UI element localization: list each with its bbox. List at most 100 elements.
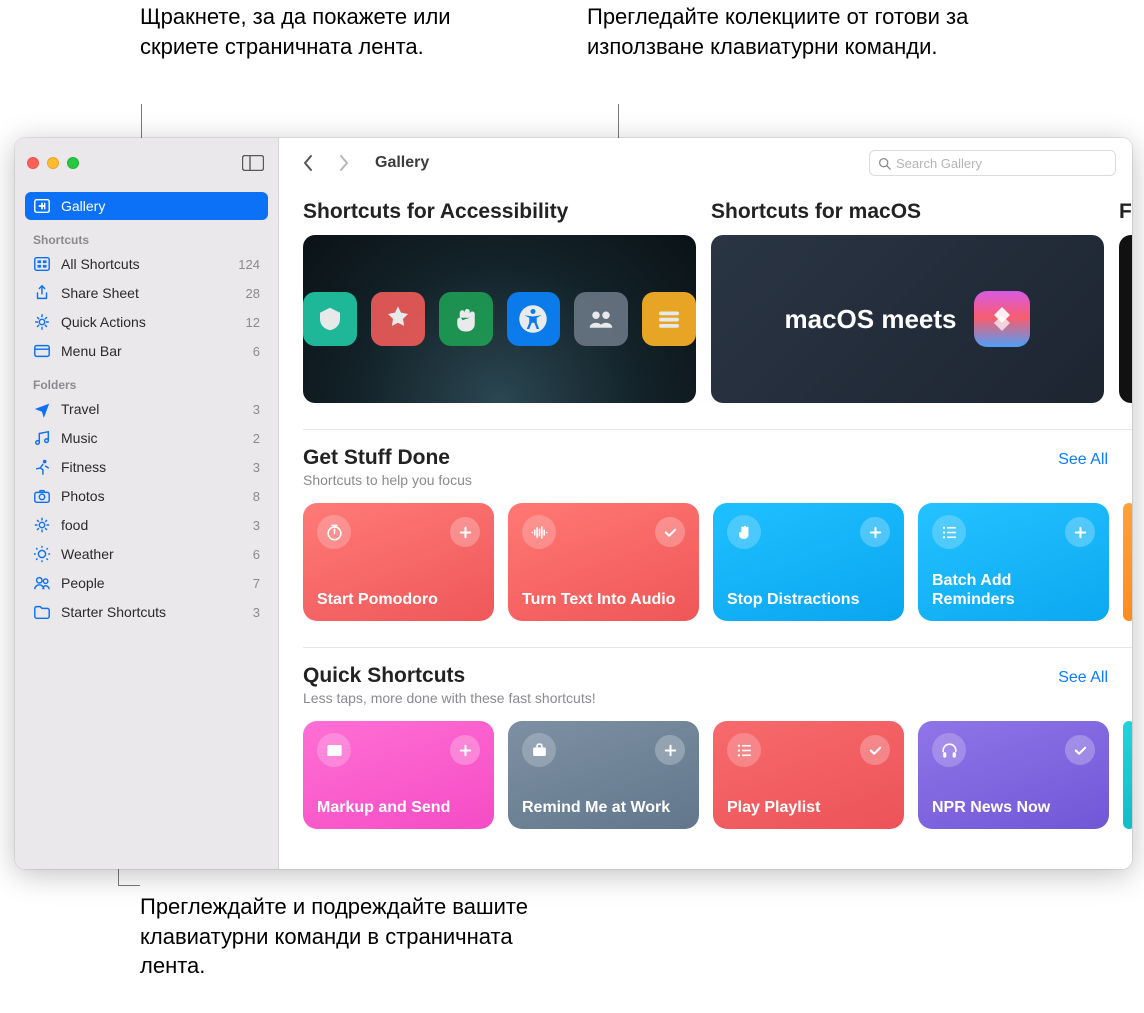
shortcut-card-label: Turn Text Into Audio	[522, 590, 685, 609]
sidebar-item-count: 6	[253, 344, 260, 359]
sidebar-item-people[interactable]: People 7	[25, 569, 268, 597]
acc-tile-icon	[439, 292, 493, 346]
add-button[interactable]	[860, 517, 890, 547]
list-icon	[727, 733, 761, 767]
section-subtitle: Shortcuts to help you focus	[303, 472, 472, 488]
added-check-icon	[1065, 735, 1095, 765]
burst-icon	[33, 516, 51, 534]
hero-next[interactable]: F	[1119, 200, 1132, 403]
hero-next-card[interactable]	[1119, 235, 1132, 403]
wave-icon	[522, 515, 556, 549]
image-icon	[317, 733, 351, 767]
sidebar-item-photos[interactable]: Photos 8	[25, 482, 268, 510]
sidebar-section-folders: Folders	[25, 366, 268, 395]
close-button[interactable]	[27, 157, 39, 169]
sidebar-item-label: Quick Actions	[61, 314, 146, 330]
plane-icon	[33, 400, 51, 418]
sidebar-item-gallery[interactable]: Gallery	[25, 192, 268, 220]
camera-icon	[33, 487, 51, 505]
shortcut-card-label: Batch Add Reminders	[932, 571, 1095, 609]
sidebar-item-label: Menu Bar	[61, 343, 122, 359]
sidebar-item-count: 12	[246, 315, 260, 330]
hero-accessibility-card[interactable]	[303, 235, 696, 403]
sidebar: Gallery Shortcuts All Shortcuts 124 Shar…	[15, 138, 279, 869]
shortcut-card-turn-text-into-audio[interactable]: Turn Text Into Audio	[508, 503, 699, 621]
search-input[interactable]	[896, 156, 1107, 171]
forward-button[interactable]	[331, 149, 357, 177]
sidebar-item-music[interactable]: Music 2	[25, 424, 268, 452]
sidebar-item-menu-bar[interactable]: Menu Bar 6	[25, 337, 268, 365]
gallery-icon	[33, 197, 51, 215]
sidebar-item-food[interactable]: food 3	[25, 511, 268, 539]
shortcut-card-npr-news-now[interactable]: NPR News Now	[918, 721, 1109, 829]
annotation-sidebar: Преглеждайте и подреждайте вашите клавиа…	[140, 892, 540, 981]
folder-icon	[33, 603, 51, 621]
sidebar-item-label: Fitness	[61, 459, 106, 475]
sidebar-item-quick-actions[interactable]: Quick Actions 12	[25, 308, 268, 336]
callout-line	[118, 885, 140, 886]
sidebar-item-count: 2	[253, 431, 260, 446]
shortcut-card-play-playlist[interactable]: Play Playlist	[713, 721, 904, 829]
sidebar-item-fitness[interactable]: Fitness 3	[25, 453, 268, 481]
shortcut-card-batch-add-reminders[interactable]: Batch Add Reminders	[918, 503, 1109, 621]
shortcut-card-stop-distractions[interactable]: Stop Distractions	[713, 503, 904, 621]
see-all-link[interactable]: See All	[1058, 669, 1108, 687]
hero-accessibility[interactable]: Shortcuts for Accessibility	[303, 200, 696, 403]
sidebar-item-share-sheet[interactable]: Share Sheet 28	[25, 279, 268, 307]
runner-icon	[33, 458, 51, 476]
annotation-sidebar-toggle: Щракнете, за да покажете или скриете стр…	[140, 2, 460, 61]
see-all-link[interactable]: See All	[1058, 451, 1108, 469]
sidebar-toggle-button[interactable]	[240, 153, 266, 173]
app-window: Gallery Shortcuts All Shortcuts 124 Shar…	[15, 138, 1132, 869]
section-title: Get Stuff Done	[303, 446, 472, 470]
sidebar-item-count: 7	[253, 576, 260, 591]
hero-title: Shortcuts for Accessibility	[303, 200, 696, 224]
shortcut-card-label: Stop Distractions	[727, 590, 890, 609]
search-icon	[878, 157, 891, 170]
sidebar-list: Gallery Shortcuts All Shortcuts 124 Shar…	[15, 188, 278, 869]
hero-title: Shortcuts for macOS	[711, 200, 1104, 224]
add-button[interactable]	[1065, 517, 1095, 547]
shortcut-card-next[interactable]	[1123, 721, 1132, 829]
callout-line	[118, 869, 119, 885]
shortcut-card-label: Start Pomodoro	[317, 590, 480, 609]
add-button[interactable]	[655, 735, 685, 765]
back-button[interactable]	[295, 149, 321, 177]
sidebar-section-shortcuts: Shortcuts	[25, 221, 268, 250]
timer-icon	[317, 515, 351, 549]
hand-icon	[727, 515, 761, 549]
shortcut-card-start-pomodoro[interactable]: Start Pomodoro	[303, 503, 494, 621]
content: Gallery Shortcuts for Accessibility	[279, 138, 1132, 869]
sidebar-item-label: People	[61, 575, 105, 591]
window-controls	[27, 157, 79, 169]
section-get-stuff-done: Get Stuff Done Shortcuts to help you foc…	[303, 429, 1132, 621]
add-button[interactable]	[450, 735, 480, 765]
sidebar-item-count: 124	[238, 257, 260, 272]
section-title: Quick Shortcuts	[303, 664, 596, 688]
hero-macos-card[interactable]: macOS meets	[711, 235, 1104, 403]
titlebar	[15, 138, 278, 188]
sidebar-item-starter-shortcuts[interactable]: Starter Shortcuts 3	[25, 598, 268, 626]
sidebar-item-count: 8	[253, 489, 260, 504]
shortcut-card-label: Remind Me at Work	[522, 798, 685, 817]
menubar-icon	[33, 342, 51, 360]
sidebar-item-travel[interactable]: Travel 3	[25, 395, 268, 423]
add-button[interactable]	[450, 517, 480, 547]
shortcut-card-next[interactable]	[1123, 503, 1132, 621]
zoom-button[interactable]	[67, 157, 79, 169]
sidebar-item-label: Photos	[61, 488, 105, 504]
minimize-button[interactable]	[47, 157, 59, 169]
sidebar-item-all-shortcuts[interactable]: All Shortcuts 124	[25, 250, 268, 278]
gallery-body: Shortcuts for Accessibility Shortcuts fo…	[279, 188, 1132, 869]
added-check-icon	[655, 517, 685, 547]
sidebar-item-count: 3	[253, 460, 260, 475]
search-field[interactable]	[869, 150, 1116, 176]
sidebar-item-weather[interactable]: Weather 6	[25, 540, 268, 568]
sun-icon	[33, 545, 51, 563]
shortcut-card-markup-and-send[interactable]: Markup and Send	[303, 721, 494, 829]
shortcut-card-remind-me-at-work[interactable]: Remind Me at Work	[508, 721, 699, 829]
section-subtitle: Less taps, more done with these fast sho…	[303, 690, 596, 706]
list-icon	[932, 515, 966, 549]
hero-macos[interactable]: Shortcuts for macOS macOS meets	[711, 200, 1104, 403]
shortcut-card-label: Play Playlist	[727, 798, 890, 817]
